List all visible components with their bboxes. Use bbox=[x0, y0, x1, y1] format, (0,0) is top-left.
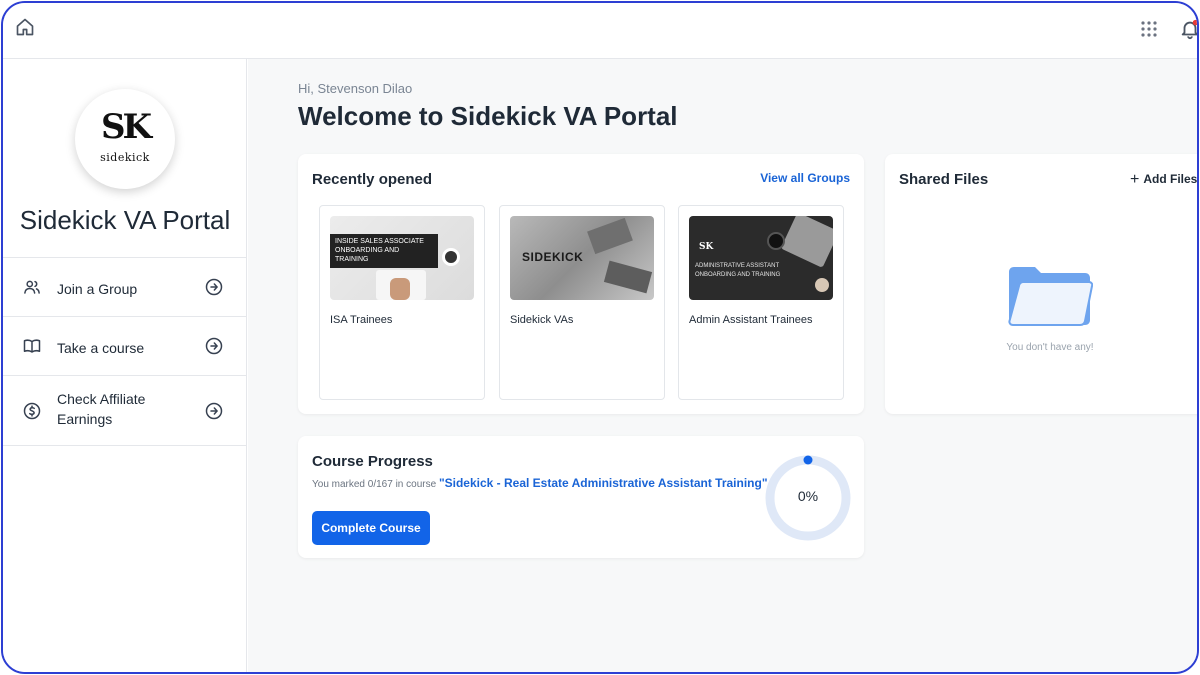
main-content: Hi, Stevenson Dilao Welcome to Sidekick … bbox=[248, 59, 1197, 672]
sidebar-item-affiliate-earnings[interactable]: Check Affiliate Earnings bbox=[3, 376, 246, 446]
course-progress-card: Course Progress You marked 0/167 in cour… bbox=[298, 436, 864, 558]
user-greeting: Hi, Stevenson Dilao bbox=[298, 81, 413, 96]
view-all-groups-link[interactable]: View all Groups bbox=[760, 171, 850, 185]
sidekick-logo: SK sidekick bbox=[75, 89, 175, 189]
sidebar-item-label: Take a course bbox=[57, 340, 145, 356]
group-card-isa-trainees[interactable]: INSIDE SALES ASSOCIATE ONBOARDING AND TR… bbox=[319, 205, 485, 400]
group-name: ISA Trainees bbox=[330, 314, 393, 326]
recently-opened-card: Recently opened View all Groups INSIDE S… bbox=[298, 154, 864, 414]
sidebar-item-label: Check Affiliate Earnings bbox=[57, 391, 146, 427]
app-window: SK sidekick Sidekick VA Portal Join a Gr… bbox=[1, 1, 1199, 674]
course-progress-description: You marked 0/167 in course "Sidekick - R… bbox=[312, 476, 768, 490]
portal-title: Sidekick VA Portal bbox=[19, 205, 231, 235]
mug-graphic bbox=[442, 248, 460, 266]
sidebar-item-take-course[interactable]: Take a course bbox=[3, 317, 246, 376]
empty-state-text: You don't have any! bbox=[1006, 342, 1094, 353]
page-title: Welcome to Sidekick VA Portal bbox=[298, 101, 678, 131]
course-progress-title: Course Progress bbox=[312, 453, 433, 470]
dollar-circle-icon bbox=[23, 402, 41, 420]
progress-percent: 0% bbox=[797, 488, 819, 504]
group-thumbnail: SIDEKICK bbox=[510, 216, 654, 300]
thumbnail-caption: SIDEKICK bbox=[522, 250, 584, 264]
office-graphic bbox=[587, 217, 633, 255]
shared-files-card: Shared Files + Add Files You don't have a… bbox=[885, 154, 1197, 414]
laptop-graphic bbox=[780, 216, 833, 268]
logo-wordmark: sidekick bbox=[100, 151, 150, 164]
cup-graphic bbox=[767, 232, 785, 250]
office-graphic bbox=[603, 260, 653, 294]
progress-count-text: You marked 0/167 in course bbox=[312, 479, 439, 490]
add-files-button[interactable]: + Add Files bbox=[1130, 171, 1197, 189]
add-files-label: Add Files bbox=[1143, 172, 1198, 186]
bottle-graphic bbox=[815, 278, 829, 292]
group-name: Sidekick VAs bbox=[510, 314, 574, 326]
grid-icon[interactable] bbox=[1139, 19, 1159, 39]
recently-opened-title: Recently opened bbox=[312, 171, 433, 188]
sidebar-item-join-group[interactable]: Join a Group bbox=[3, 258, 246, 317]
shared-files-title: Shared Files bbox=[899, 171, 989, 188]
logo-monogram: SK bbox=[100, 107, 152, 147]
folder-icon bbox=[1008, 267, 1093, 326]
group-card-sidekick-vas[interactable]: SIDEKICK Sidekick VAs bbox=[499, 205, 665, 400]
group-thumbnail: INSIDE SALES ASSOCIATE ONBOARDING AND TR… bbox=[330, 216, 474, 300]
sidebar-item-label: Join a Group bbox=[57, 281, 138, 297]
hand-graphic bbox=[390, 278, 410, 300]
plus-icon: + bbox=[1130, 171, 1140, 188]
thumbnail-caption: INSIDE SALES ASSOCIATE ONBOARDING AND TR… bbox=[330, 234, 438, 268]
group-thumbnail: SK ADMINISTRATIVE ASSISTANT ONBOARDING A… bbox=[689, 216, 833, 300]
bell-icon[interactable] bbox=[1179, 18, 1199, 40]
complete-course-button[interactable]: Complete Course bbox=[312, 511, 430, 545]
course-link[interactable]: "Sidekick - Real Estate Administrative A… bbox=[439, 476, 768, 490]
group-name: Admin Assistant Trainees bbox=[689, 314, 813, 326]
arrow-right-circle-icon bbox=[205, 337, 223, 355]
thumbnail-caption: ADMINISTRATIVE ASSISTANT ONBOARDING AND … bbox=[695, 263, 781, 278]
book-icon bbox=[23, 339, 41, 353]
users-icon bbox=[24, 280, 40, 294]
group-card-admin-assistant-trainees[interactable]: SK ADMINISTRATIVE ASSISTANT ONBOARDING A… bbox=[678, 205, 844, 400]
sidebar-nav: Join a Group Take a course Check Affilia… bbox=[3, 257, 246, 446]
home-icon[interactable] bbox=[15, 17, 35, 37]
arrow-right-circle-icon bbox=[205, 402, 223, 420]
sidebar: SK sidekick Sidekick VA Portal Join a Gr… bbox=[3, 59, 247, 672]
arrow-right-circle-icon bbox=[205, 278, 223, 296]
top-bar bbox=[3, 3, 1197, 59]
thumbnail-logo: SK bbox=[699, 242, 714, 252]
